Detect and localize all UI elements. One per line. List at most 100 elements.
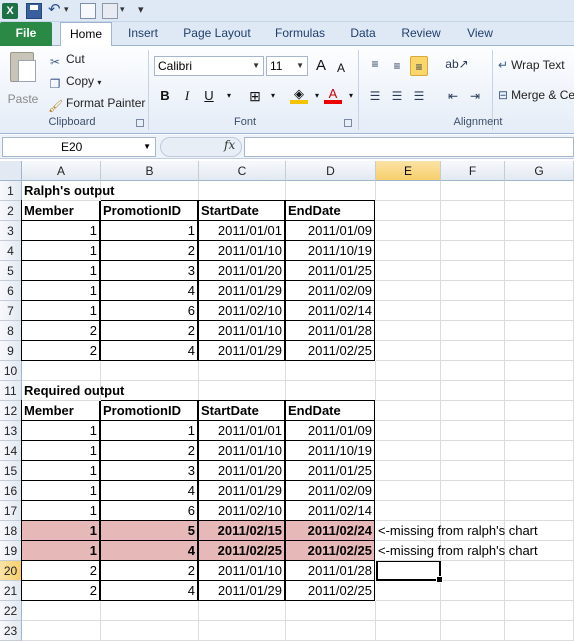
cell-g11[interactable]	[505, 381, 574, 401]
cell-d12[interactable]: EndDate	[285, 400, 375, 421]
tab-review[interactable]: Review	[394, 22, 448, 46]
select-all-button[interactable]	[0, 161, 22, 181]
cell-a2[interactable]: Member	[21, 200, 100, 221]
cell-a22[interactable]	[22, 601, 101, 621]
row-header[interactable]: 14	[0, 441, 22, 461]
cell-f10[interactable]	[441, 361, 505, 381]
cell-b10[interactable]	[101, 361, 199, 381]
cell-b15[interactable]: 3	[100, 460, 198, 481]
cell-c12[interactable]: StartDate	[198, 400, 285, 421]
row-header[interactable]: 3	[0, 221, 22, 241]
cell-a19[interactable]: 1	[21, 540, 100, 561]
cell-c9[interactable]: 2011/01/29	[198, 340, 285, 361]
cell-d23[interactable]	[286, 621, 376, 641]
cell-d16[interactable]: 2011/02/09	[285, 480, 375, 501]
cell-b6[interactable]: 4	[100, 280, 198, 301]
cell-f15[interactable]	[441, 461, 505, 481]
cell-c15[interactable]: 2011/01/20	[198, 460, 285, 481]
cell-b4[interactable]: 2	[100, 240, 198, 261]
cell-d4[interactable]: 2011/10/19	[285, 240, 375, 261]
cell-c11[interactable]	[199, 381, 286, 401]
cell-e3[interactable]	[376, 221, 441, 241]
cell-f12[interactable]	[441, 401, 505, 421]
font-color-button[interactable]: A	[324, 86, 342, 104]
borders-icon[interactable]: ⊞	[246, 86, 264, 106]
cell-c8[interactable]: 2011/01/10	[198, 320, 285, 341]
row-header[interactable]: 9	[0, 341, 22, 361]
cell-d10[interactable]	[286, 361, 376, 381]
cell-f20[interactable]	[441, 561, 505, 581]
cell-a14[interactable]: 1	[21, 440, 100, 461]
cell-e22[interactable]	[376, 601, 441, 621]
cell-e2[interactable]	[376, 201, 441, 221]
align-center-icon[interactable]: ☰	[388, 86, 406, 106]
cell-a23[interactable]	[22, 621, 101, 641]
cell-e14[interactable]	[376, 441, 441, 461]
undo-icon[interactable]: ↶	[48, 2, 64, 19]
row-header[interactable]: 1	[0, 181, 22, 201]
cell-e17[interactable]	[376, 501, 441, 521]
cell-a5[interactable]: 1	[21, 260, 100, 281]
print-dropdown-icon[interactable]: ▾	[120, 4, 127, 15]
cell-f13[interactable]	[441, 421, 505, 441]
cell-d15[interactable]: 2011/01/25	[285, 460, 375, 481]
cell-g8[interactable]	[505, 321, 574, 341]
cell-c10[interactable]	[199, 361, 286, 381]
cell-d21[interactable]: 2011/02/25	[285, 580, 375, 601]
align-bottom-icon[interactable]: ≡	[410, 56, 428, 76]
cell-b13[interactable]: 1	[100, 420, 198, 441]
excel-logo-icon[interactable]: X	[2, 3, 18, 19]
row-header[interactable]: 17	[0, 501, 22, 521]
undo-dropdown-icon[interactable]: ▾	[64, 4, 71, 15]
row-header[interactable]: 5	[0, 261, 22, 281]
row-header[interactable]: 10	[0, 361, 22, 381]
cell-d14[interactable]: 2011/10/19	[285, 440, 375, 461]
cell-e8[interactable]	[376, 321, 441, 341]
cell-c7[interactable]: 2011/02/10	[198, 300, 285, 321]
align-right-icon[interactable]: ☰	[410, 86, 428, 106]
chevron-down-icon[interactable]: ▼	[143, 138, 151, 156]
cell-b5[interactable]: 3	[100, 260, 198, 281]
cell-b16[interactable]: 4	[100, 480, 198, 501]
cell-f9[interactable]	[441, 341, 505, 361]
cell-e16[interactable]	[376, 481, 441, 501]
cell-a1[interactable]: Ralph's output	[22, 181, 114, 201]
tab-insert[interactable]: Insert	[120, 22, 166, 46]
cell-g1[interactable]	[505, 181, 574, 201]
tab-data[interactable]: Data	[344, 22, 382, 46]
cell-e7[interactable]	[376, 301, 441, 321]
cell-e4[interactable]	[376, 241, 441, 261]
cell-g6[interactable]	[505, 281, 574, 301]
cell-f11[interactable]	[441, 381, 505, 401]
tab-home[interactable]: Home	[60, 22, 112, 47]
customize-toolbar-icon[interactable]: ▾	[138, 3, 154, 19]
row-header[interactable]: 7	[0, 301, 22, 321]
cell-d11[interactable]	[286, 381, 376, 401]
cell-a9[interactable]: 2	[21, 340, 100, 361]
column-header-c[interactable]: C	[199, 161, 286, 181]
cell-b7[interactable]: 6	[100, 300, 198, 321]
cell-b14[interactable]: 2	[100, 440, 198, 461]
font-size-select[interactable]: 11 ▼	[266, 56, 308, 76]
cell-e9[interactable]	[376, 341, 441, 361]
font-launcher-icon[interactable]	[344, 119, 352, 127]
cell-b12[interactable]: PromotionID	[100, 400, 198, 421]
cell-a12[interactable]: Member	[21, 400, 100, 421]
row-header[interactable]: 19	[0, 541, 22, 561]
bold-button[interactable]: B	[156, 86, 174, 106]
cell-e6[interactable]	[376, 281, 441, 301]
cell-e21[interactable]	[376, 581, 441, 601]
font-name-select[interactable]: Calibri ▼	[154, 56, 264, 76]
grow-font-button[interactable]: A	[312, 56, 330, 76]
align-left-icon[interactable]: ☰	[366, 86, 384, 106]
cell-g10[interactable]	[505, 361, 574, 381]
align-top-icon[interactable]: ≡	[366, 54, 384, 74]
paste-button[interactable]: Paste	[4, 50, 42, 110]
cell-e15[interactable]	[376, 461, 441, 481]
row-header[interactable]: 13	[0, 421, 22, 441]
cell-d13[interactable]: 2011/01/09	[285, 420, 375, 441]
cell-d1[interactable]	[286, 181, 376, 201]
row-header[interactable]: 21	[0, 581, 22, 601]
cell-a17[interactable]: 1	[21, 500, 100, 521]
tab-page-layout[interactable]: Page Layout	[178, 22, 256, 46]
